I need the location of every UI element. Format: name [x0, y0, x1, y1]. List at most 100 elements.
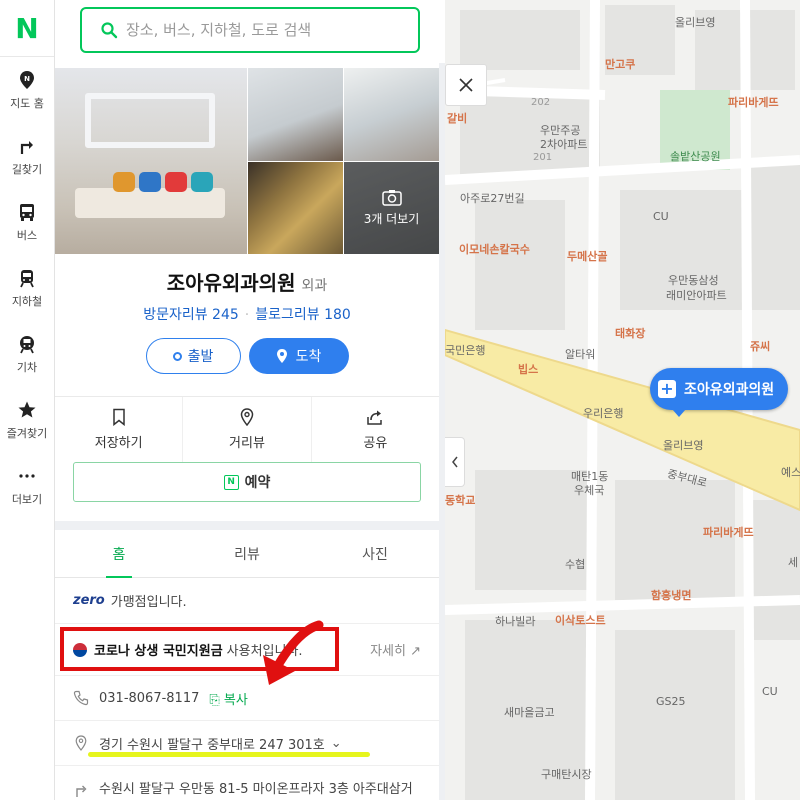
- directions-row: 수원시 팔달구 우만동 81-5 마이온프라자 3층 아주대삼거리의 롯데리아 …: [55, 766, 439, 800]
- detail-label: 자세히: [370, 644, 406, 659]
- close-panel-button[interactable]: [445, 64, 487, 106]
- tab-home[interactable]: 홈: [55, 530, 183, 578]
- sidebar-item-label: 더보기: [11, 492, 43, 506]
- map-label: 아주로27번길: [460, 192, 525, 205]
- sidebar-item-subway[interactable]: 지하철: [0, 255, 54, 321]
- phone-icon: [73, 690, 89, 706]
- sidebar-item-label: 길찾기: [11, 162, 43, 176]
- visitor-review-link[interactable]: 방문자리뷰 245: [143, 307, 239, 323]
- cushion-shape: [191, 172, 213, 192]
- share-label: 공유: [363, 436, 388, 451]
- detail-link[interactable]: 자세히 ↗: [370, 640, 421, 659]
- location-marker-icon: [240, 408, 254, 426]
- share-button[interactable]: 공유: [312, 397, 439, 462]
- phone-row: 031-8067-8117 ⎘ 복사: [55, 676, 439, 721]
- sidebar-item-favorites[interactable]: 즐겨찾기: [0, 387, 54, 453]
- sofa-shape: [75, 188, 225, 218]
- search-input[interactable]: [126, 21, 396, 39]
- map-label: 202: [531, 97, 551, 108]
- map-pin-icon: N: [20, 70, 34, 89]
- map-label: 쥬씨: [750, 340, 771, 353]
- depart-label: 출발: [187, 348, 214, 364]
- more-photos-overlay[interactable]: 3개 더보기: [344, 162, 439, 254]
- map-label: 파리바게뜨: [728, 96, 779, 109]
- place-map-marker[interactable]: + 조아유외과의원: [650, 368, 789, 417]
- sidebar-item-label: 기차: [16, 360, 38, 374]
- train-icon: [20, 335, 34, 353]
- map-label: GS25: [656, 695, 686, 708]
- route-buttons: 출발 도착: [55, 338, 439, 396]
- place-tabs: 홈 리뷰 사진: [55, 530, 439, 578]
- destination-pin-icon: [276, 349, 287, 363]
- star-icon: [18, 401, 36, 417]
- photo-thumbnail[interactable]: [248, 162, 343, 254]
- place-actions: 저장하기 거리뷰 공유: [55, 396, 439, 462]
- save-button[interactable]: 저장하기: [55, 397, 184, 462]
- tab-photos[interactable]: 사진: [311, 530, 439, 577]
- sidebar-item-directions[interactable]: 길찾기: [0, 123, 54, 189]
- map-label: CU: [653, 210, 669, 223]
- sidebar-item-label: 지하철: [11, 294, 43, 308]
- app: N N 지도 홈 길찾기 버스 지하철 기차 즐겨찾기 더보기 장소, 버스, …: [0, 0, 800, 800]
- map-label: 올리브영: [663, 439, 704, 452]
- location-marker-icon: [75, 735, 87, 751]
- map-label: 예스: [781, 466, 800, 479]
- collapse-panel-button[interactable]: [445, 437, 465, 487]
- map-label: 솔밭산공원: [670, 150, 721, 163]
- map-label: 하나빌라: [495, 615, 536, 628]
- copy-label: 복사: [223, 692, 248, 708]
- photo-thumbnail[interactable]: [248, 68, 343, 161]
- review-counts: 방문자리뷰 245 · 블로그리뷰 180: [55, 304, 439, 324]
- save-label: 저장하기: [94, 436, 143, 451]
- sidebar-item-more[interactable]: 더보기: [0, 453, 54, 519]
- cushion-shape: [139, 172, 161, 192]
- depart-button[interactable]: 출발: [145, 338, 241, 374]
- map-label: 파리바게뜨: [703, 526, 754, 539]
- place-category: 외과: [301, 278, 328, 294]
- covid-support-row: 코로나 상생 국민지원금 사용처입니다. 자세히 ↗: [55, 624, 439, 676]
- map-label: 구매탄시장: [541, 768, 592, 781]
- more-photos-label: 3개 더보기: [363, 212, 420, 226]
- arrive-button[interactable]: 도착: [248, 338, 349, 374]
- sidebar-item-bus[interactable]: 버스: [0, 189, 54, 255]
- yellow-highlight-underline: [88, 752, 370, 757]
- chevron-down-icon[interactable]: ⌄: [331, 736, 342, 751]
- map-label: 올리브영: [675, 16, 716, 29]
- naver-logo[interactable]: N: [0, 0, 54, 57]
- map-label: 태화장: [615, 327, 646, 340]
- search-box[interactable]: [80, 7, 420, 53]
- search-bar-area: [55, 0, 445, 63]
- street-view-button[interactable]: 거리뷰: [183, 397, 312, 462]
- sidebar-item-train[interactable]: 기차: [0, 321, 54, 387]
- blog-review-link[interactable]: 블로그리뷰 180: [255, 307, 351, 323]
- ceiling-light-shape: [85, 93, 215, 148]
- map-label: CU: [762, 685, 778, 698]
- photo-more-thumbnail[interactable]: 3개 더보기: [344, 162, 439, 254]
- left-navigation-rail: N N 지도 홈 길찾기 버스 지하철 기차 즐겨찾기 더보기: [0, 0, 55, 800]
- chevron-left-icon: [451, 456, 458, 468]
- photo-thumbnail[interactable]: [344, 68, 439, 161]
- external-link-icon: ↗: [410, 644, 421, 659]
- arrive-label: 도착: [295, 348, 322, 364]
- copy-phone-button[interactable]: ⎘ 복사: [209, 689, 247, 708]
- sidebar-item-map-home[interactable]: N 지도 홈: [0, 57, 54, 123]
- map-label: 수협: [565, 558, 586, 571]
- close-icon: [459, 78, 473, 92]
- bookmark-icon: [112, 408, 125, 426]
- sidebar-item-label: 지도 홈: [10, 96, 44, 110]
- cushion-shape: [113, 172, 135, 192]
- map-label: 갈비: [447, 112, 468, 125]
- phone-number[interactable]: 031-8067-8117: [99, 691, 199, 706]
- reserve-button[interactable]: N 예약: [73, 462, 421, 502]
- place-detail-panel: 3개 더보기 조아유외과의원 외과 방문자리뷰 245 · 블로그리뷰 180 출발…: [55, 63, 445, 800]
- tab-reviews[interactable]: 리뷰: [183, 530, 311, 577]
- more-dots-icon: [19, 473, 35, 478]
- naver-booking-icon: N: [223, 474, 239, 490]
- separator-dot: ·: [244, 307, 250, 323]
- map-label: 201: [533, 152, 553, 163]
- address-text[interactable]: 경기 수원시 팔달구 중부대로 247 301호: [99, 734, 325, 753]
- map-label: 2차아파트: [540, 138, 588, 151]
- main-photo[interactable]: [55, 68, 247, 254]
- address-row: 경기 수원시 팔달구 중부대로 247 301호 ⌄: [55, 721, 439, 766]
- directions-icon: [20, 140, 33, 154]
